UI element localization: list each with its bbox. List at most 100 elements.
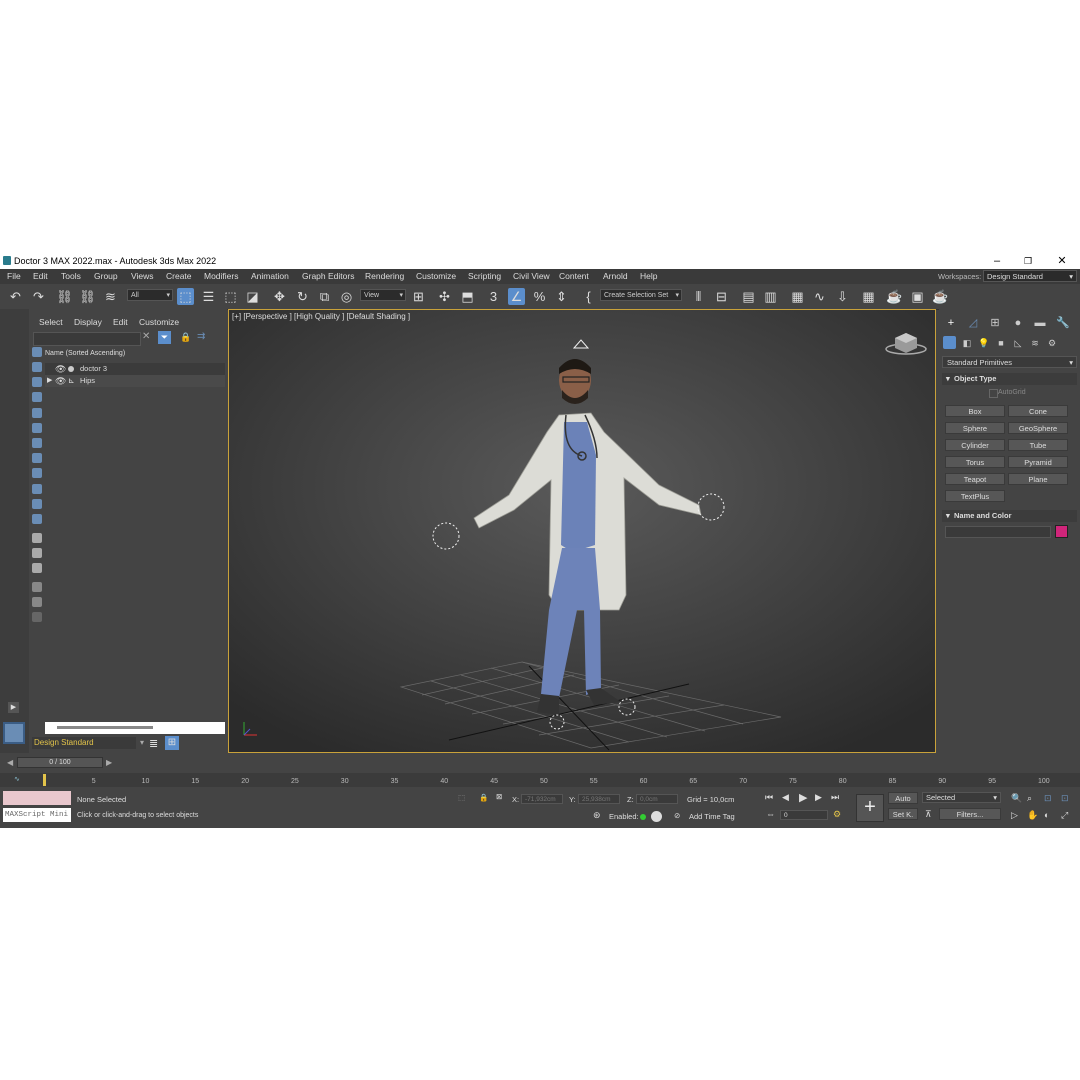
next-frame-icon[interactable]: ▶ xyxy=(106,758,112,767)
window-crossing-icon[interactable]: ◪ xyxy=(244,288,261,305)
display-none-icon[interactable] xyxy=(32,548,42,558)
track-bar[interactable]: ∿ 5 10 15 20 25 30 35 40 45 50 55 60 65 70 75 80 85 90 95 1… xyxy=(0,773,1080,787)
filter-small-icon[interactable] xyxy=(32,597,42,607)
rotate-icon[interactable]: ↻ xyxy=(294,288,311,305)
display-shapes-icon[interactable] xyxy=(32,362,42,372)
box-button[interactable]: Box xyxy=(945,405,1005,417)
eye-icon[interactable]: 👁 xyxy=(55,375,66,387)
filter-icon[interactable]: ⏷ xyxy=(158,331,171,344)
eye-icon[interactable]: 👁 xyxy=(55,363,66,375)
prev-frame-icon[interactable]: ◀ xyxy=(7,758,13,767)
zoom-extents-icon[interactable]: ⊡ xyxy=(1044,793,1052,804)
hierarchy-mode-icon[interactable]: ⊞ xyxy=(165,736,179,750)
menu-help[interactable]: Help xyxy=(640,271,657,281)
undo-icon[interactable]: ↶ xyxy=(7,288,24,305)
scrollbar-thumb[interactable] xyxy=(57,726,153,729)
tab-edit[interactable]: Edit xyxy=(113,317,128,327)
menu-file[interactable]: File xyxy=(7,271,21,281)
torus-button[interactable]: Torus xyxy=(945,456,1005,468)
keyboard-shortcut-icon[interactable]: ⬒ xyxy=(459,288,476,305)
viewport-label[interactable]: [+] [Perspective ] [High Quality ] [Defa… xyxy=(232,312,410,321)
hierarchy-icon[interactable]: ⇉ xyxy=(197,331,205,342)
menu-modifiers[interactable]: Modifiers xyxy=(204,271,238,281)
cone-button[interactable]: Cone xyxy=(1008,405,1068,417)
viewport-layout-icon[interactable] xyxy=(3,722,25,744)
systems-category-icon[interactable]: ⚙ xyxy=(1045,336,1059,350)
display-containers-icon[interactable] xyxy=(32,484,42,494)
menu-content[interactable]: Content xyxy=(559,271,589,281)
pivot-center-icon[interactable]: ⊞ xyxy=(410,288,427,305)
object-type-rollout[interactable]: ▾ Object Type xyxy=(942,373,1077,385)
isolate-icon[interactable]: ⬚ xyxy=(458,793,465,802)
y-coordinate-field[interactable]: 25,938cm xyxy=(578,794,620,804)
spacewarps-category-icon[interactable]: ≋ xyxy=(1028,336,1042,350)
menu-views[interactable]: Views xyxy=(131,271,154,281)
ribbon-icon[interactable]: ▦ xyxy=(789,288,806,305)
schematic-view-icon[interactable]: ⇩ xyxy=(834,288,851,305)
motion-tab-icon[interactable]: ● xyxy=(1011,316,1025,330)
hierarchy-tab-icon[interactable]: ⊞ xyxy=(988,316,1002,330)
curve-editor-mini-icon[interactable]: ∿ xyxy=(14,775,20,783)
restore-icon[interactable]: ❐ xyxy=(1013,254,1043,268)
key-mode-toggle-icon[interactable]: ⊼ xyxy=(925,809,932,820)
geosphere-button[interactable]: GeoSphere xyxy=(1008,422,1068,434)
maxscript-mini-input[interactable]: MAXScript Mini xyxy=(3,808,71,822)
lock-icon[interactable]: 🔒 xyxy=(180,332,191,343)
add-time-tag[interactable]: Add Time Tag xyxy=(689,812,735,821)
set-key-button[interactable]: Set K. xyxy=(888,808,918,820)
select-by-name-icon[interactable]: ☰ xyxy=(200,288,217,305)
menu-customize[interactable]: Customize xyxy=(416,271,456,281)
expand-arrow-icon[interactable]: ▶ xyxy=(8,702,19,713)
spinner-snap-icon[interactable]: ⇕ xyxy=(553,288,570,305)
scale-icon[interactable]: ⧉ xyxy=(316,288,333,305)
modify-tab-icon[interactable]: ◿ xyxy=(966,316,980,330)
workspace-dropdown[interactable]: Design Standard ▾ xyxy=(983,270,1077,282)
display-all-icon[interactable] xyxy=(32,533,42,543)
display-helpers-icon[interactable] xyxy=(32,408,42,418)
shapes-category-icon[interactable]: ◧ xyxy=(960,336,974,350)
reference-coordinate-dropdown[interactable]: View ▾ xyxy=(360,289,406,301)
go-to-end-icon[interactable]: ⏭ xyxy=(831,792,839,803)
set-key-big-icon[interactable]: + xyxy=(856,794,884,822)
maximize-viewport-icon[interactable]: ⤢ xyxy=(1061,810,1068,821)
tag-icon[interactable]: ⊘ xyxy=(674,811,680,820)
filter-funnel-icon[interactable] xyxy=(32,582,42,592)
field-of-view-icon[interactable]: ▷ xyxy=(1011,810,1018,821)
select-object-icon[interactable]: ⬚ xyxy=(177,288,194,305)
unlink-icon[interactable]: ⛓ xyxy=(79,288,96,305)
selection-filter-dropdown[interactable]: All ▾ xyxy=(127,289,173,301)
next-key-icon[interactable]: ▶ xyxy=(815,792,822,803)
maxscript-listener[interactable] xyxy=(3,791,71,805)
menu-graph-editors[interactable]: Graph Editors xyxy=(302,271,354,281)
close-icon[interactable]: ✕ xyxy=(1047,254,1077,268)
zoom-all-icon[interactable]: ⌕ xyxy=(1027,793,1032,804)
x-coordinate-field[interactable]: -71,932cm xyxy=(521,794,563,804)
display-spacewarps-icon[interactable] xyxy=(32,423,42,433)
zoom-extents-all-icon[interactable]: ⊡ xyxy=(1061,793,1069,804)
orbit-icon[interactable]: ◐ xyxy=(1044,810,1049,820)
select-manipulate-icon[interactable]: ✣ xyxy=(436,288,453,305)
sphere-button[interactable]: Sphere xyxy=(945,422,1005,434)
link-icon[interactable]: ⛓ xyxy=(56,288,73,305)
object-name-input[interactable] xyxy=(945,526,1051,538)
expand-arrow-icon[interactable]: ▶ xyxy=(47,375,52,387)
current-frame-field[interactable]: 0 xyxy=(780,810,828,820)
pyramid-button[interactable]: Pyramid xyxy=(1008,456,1068,468)
menu-scripting[interactable]: Scripting xyxy=(468,271,501,281)
rectangular-selection-icon[interactable]: ⬚ xyxy=(222,288,239,305)
display-cameras-icon[interactable] xyxy=(32,392,42,402)
redo-icon[interactable]: ↷ xyxy=(30,288,47,305)
edit-named-selection-icon[interactable]: { xyxy=(580,288,597,305)
absolute-mode-icon[interactable]: ⊠ xyxy=(496,792,502,801)
render-setup-icon[interactable]: ☕ xyxy=(886,288,903,305)
layers-icon[interactable]: ≣ xyxy=(149,737,158,750)
render-production-icon[interactable]: ☕ xyxy=(932,288,949,305)
plane-button[interactable]: Plane xyxy=(1008,473,1068,485)
pan-icon[interactable]: ✋ xyxy=(1027,810,1038,821)
menu-create[interactable]: Create xyxy=(166,271,192,281)
display-invert-icon[interactable] xyxy=(32,563,42,573)
tab-customize[interactable]: Customize xyxy=(139,317,179,327)
place-icon[interactable]: ◎ xyxy=(338,288,355,305)
percent-snap-icon[interactable]: % xyxy=(531,288,548,305)
name-and-color-rollout[interactable]: ▾ Name and Color xyxy=(942,510,1077,522)
